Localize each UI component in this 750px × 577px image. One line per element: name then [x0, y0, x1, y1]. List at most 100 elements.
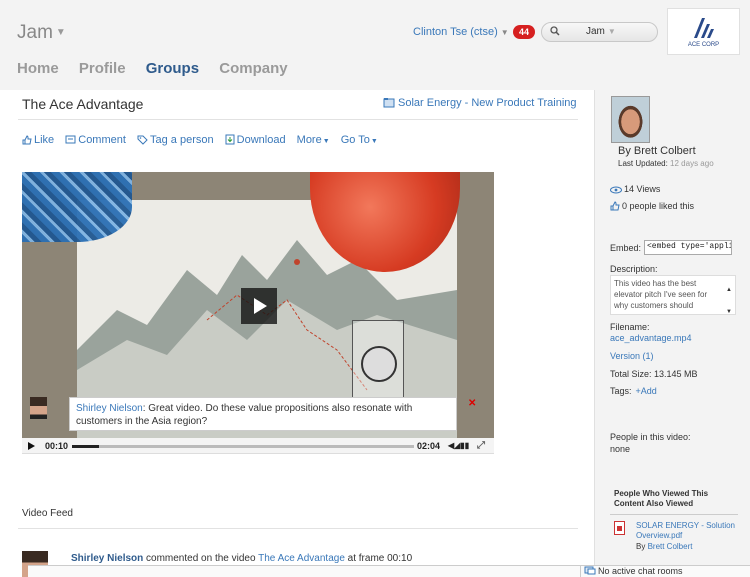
duration: 02:04 — [417, 441, 441, 451]
tag-person-label: Tag a person — [150, 134, 214, 146]
also-viewed-author-link[interactable]: Brett Colbert — [648, 542, 693, 551]
video-controls: 00:10 02:04 ◀◢▮▮ ⤢ — [22, 438, 494, 454]
chat-status[interactable]: No active chat rooms — [580, 565, 750, 577]
tag-person-button[interactable]: Tag a person — [137, 134, 214, 146]
view-count-label: 14 Views — [624, 184, 661, 194]
total-size: Total Size: 13.145 MB — [610, 369, 698, 379]
chevron-down-icon: ▼ — [55, 27, 66, 38]
feed-item: Shirley Nielson commented on the video T… — [71, 553, 412, 564]
rope-image — [22, 172, 132, 242]
user-menu[interactable]: Clinton Tse (ctse) ▼ — [413, 26, 509, 38]
pdf-icon — [614, 521, 625, 535]
view-count: 14 Views — [610, 184, 660, 194]
feed-video-link[interactable]: The Ace Advantage — [258, 553, 345, 564]
title-divider — [18, 119, 578, 120]
last-updated-label: Last Updated: — [618, 159, 668, 168]
also-viewed-item-link[interactable]: SOLAR ENERGY - Solution Overview.pdf — [636, 521, 736, 541]
comment-author-link[interactable]: Shirley Nielson — [76, 403, 143, 414]
people-in-video-value: none — [610, 444, 631, 454]
also-viewed-author: By Brett Colbert — [636, 542, 692, 551]
search-scope-label: Jam — [586, 26, 605, 37]
close-icon[interactable]: ✕ — [468, 398, 476, 409]
download-label: Download — [236, 134, 286, 146]
chevron-down-icon: ▼ — [322, 138, 330, 145]
feed-divider — [18, 528, 578, 529]
description-scrollbar[interactable]: ▲ ▼ — [726, 279, 732, 323]
related-content-label: Solar Energy - New Product Training — [398, 97, 577, 109]
user-name: Clinton Tse (ctse) — [413, 26, 498, 38]
app-switcher[interactable]: Jam ▼ — [17, 22, 66, 44]
like-button[interactable]: Like — [22, 134, 54, 146]
people-in-video-label: People in this video: — [610, 432, 691, 442]
also-viewed-by-prefix: By — [636, 542, 648, 551]
chat-status-label: No active chat rooms — [598, 566, 683, 576]
folder-icon — [383, 98, 395, 108]
search-icon — [550, 26, 560, 36]
tags-label: Tags: — [610, 386, 632, 396]
version-link[interactable]: Version (1) — [610, 351, 654, 361]
also-viewed-heading: People Who Viewed This Content Also View… — [614, 489, 709, 508]
app-title: Jam — [17, 22, 53, 43]
main-nav: Home Profile Groups Company — [17, 60, 304, 77]
thumbs-up-icon — [22, 135, 32, 145]
notification-badge[interactable]: 44 — [513, 25, 535, 39]
tags: Tags: +Add — [610, 386, 657, 396]
related-content-link[interactable]: Solar Energy - New Product Training — [383, 97, 577, 109]
more-menu[interactable]: More▼ — [297, 134, 330, 146]
last-updated: Last Updated: 12 days ago — [618, 159, 714, 168]
description-text[interactable]: This video has the best elevator pitch I… — [610, 275, 736, 315]
download-icon — [225, 134, 235, 145]
embed-label: Embed: — [610, 243, 642, 253]
like-label: Like — [34, 134, 55, 146]
volume-icon[interactable]: ◀◢▮▮ — [448, 441, 469, 450]
filename-link[interactable]: ace_advantage.mp4 — [610, 333, 692, 343]
more-label: More — [296, 134, 322, 146]
comment-label: Comment — [78, 134, 126, 146]
feed-suffix: at frame 00:10 — [344, 553, 413, 564]
seek-bar[interactable] — [72, 445, 414, 448]
chevron-down-icon: ▼ — [607, 27, 616, 36]
search-input[interactable]: Jam ▼ — [541, 22, 658, 42]
add-tag-link[interactable]: +Add — [636, 386, 657, 396]
like-count-label: 0 people liked this — [622, 201, 695, 211]
tag-icon — [137, 135, 148, 145]
author-avatar[interactable] — [611, 96, 650, 143]
chat-icon — [584, 566, 596, 575]
nav-profile[interactable]: Profile — [79, 60, 126, 77]
play-button[interactable] — [241, 288, 277, 324]
comment-icon — [65, 135, 76, 144]
download-button[interactable]: Download — [225, 134, 286, 146]
like-count: 0 people liked this — [610, 201, 694, 211]
also-viewed-divider — [610, 514, 738, 515]
filename-label: Filename: — [610, 322, 650, 332]
chevron-down-icon: ▼ — [500, 28, 509, 37]
video-comment-popup: Shirley Nielson: Great video. Do these v… — [69, 397, 457, 431]
avatar — [30, 397, 47, 419]
video-player[interactable]: Shirley Nielson: Great video. Do these v… — [22, 172, 494, 438]
action-bar: Like Comment Tag a person Download More▼… — [22, 134, 386, 146]
last-updated-value: 12 days ago — [670, 159, 714, 168]
goto-label: Go To — [340, 134, 370, 146]
thumbs-up-icon — [610, 201, 620, 211]
embed-code-field[interactable]: <embed type='applic — [644, 240, 732, 255]
comment-button[interactable]: Comment — [65, 134, 126, 146]
company-logo[interactable]: ACE CORP — [667, 8, 740, 55]
author-name: By Brett Colbert — [618, 145, 696, 157]
goto-menu[interactable]: Go To▼ — [341, 134, 378, 146]
logo-text: ACE CORP — [687, 42, 720, 48]
seek-progress — [72, 445, 100, 448]
search-scope-dropdown[interactable]: Jam ▼ — [586, 26, 616, 37]
current-time: 00:10 — [45, 441, 69, 451]
fullscreen-icon[interactable]: ⤢ — [477, 440, 485, 451]
nav-groups[interactable]: Groups — [146, 60, 199, 77]
feed-author-link[interactable]: Shirley Nielson — [71, 553, 143, 564]
nav-company[interactable]: Company — [219, 60, 287, 77]
play-icon[interactable] — [28, 442, 35, 450]
feed-text: commented on the video — [143, 553, 259, 564]
eye-icon — [610, 186, 622, 194]
ace-logo-icon — [694, 18, 714, 38]
description-label: Description: — [610, 264, 658, 274]
video-feed-heading: Video Feed — [22, 508, 73, 519]
nav-home[interactable]: Home — [17, 60, 59, 77]
play-icon — [254, 298, 267, 314]
